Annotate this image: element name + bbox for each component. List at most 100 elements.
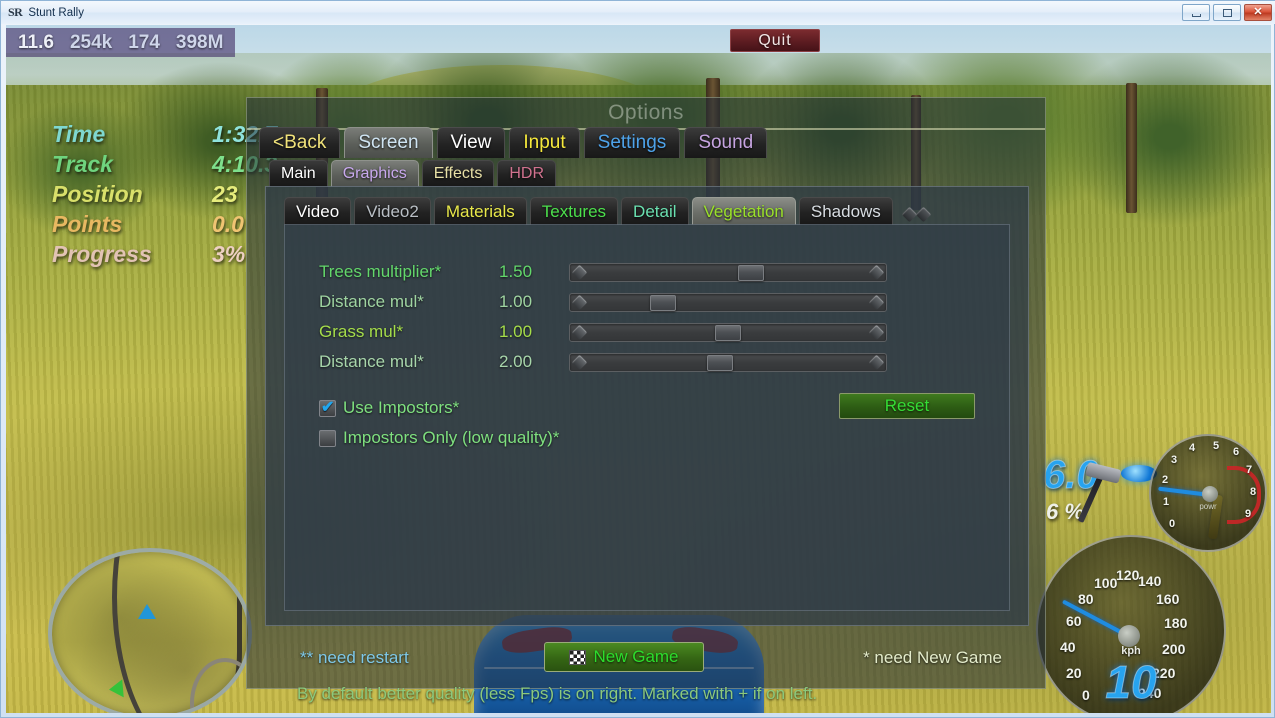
nav-tab-back[interactable]: <Back (259, 127, 341, 158)
graphics-inner-tabs: Video Video2 Materials Textures Detail V… (284, 197, 932, 225)
inner-tab-vegetation-label: Vegetation (703, 201, 784, 221)
speedo-tick-140: 140 (1138, 573, 1162, 589)
slider-increment-icon[interactable] (868, 354, 885, 370)
speedo-tick-100: 100 (1094, 575, 1118, 591)
inner-tab-video[interactable]: Video (284, 197, 352, 225)
nav-tab-settings-label: Settings (597, 132, 667, 153)
slider-increment-icon[interactable] (868, 324, 885, 340)
tach-tick-2: 2 (1162, 474, 1169, 486)
checkbox-impostors-only[interactable] (319, 429, 336, 447)
scroll-right-icon[interactable] (915, 206, 932, 223)
tach-tick-8: 8 (1250, 486, 1257, 498)
hud-row-time: Time 1:32.7 (52, 121, 277, 151)
stat-memory: 398M (175, 31, 224, 53)
minimize-button[interactable] (1182, 4, 1210, 21)
new-game-label: New Game (593, 647, 679, 666)
sub-tab-graphics[interactable]: Graphics (330, 160, 419, 187)
nav-tab-settings[interactable]: Settings (583, 127, 681, 158)
setting-value-grass-distance-mul: 2.00 (499, 352, 533, 371)
nav-tab-back-label: <Back (273, 132, 327, 153)
nav-tab-view[interactable]: View (436, 127, 506, 158)
hud-row-points: Points 0.0 (52, 211, 277, 241)
inner-tab-video2[interactable]: Video2 (354, 197, 431, 225)
close-icon: ✕ (1253, 6, 1263, 18)
speedometer-hub (1118, 625, 1140, 647)
slider-thumb[interactable] (707, 354, 733, 371)
sub-tab-effects-label: Effects (433, 165, 483, 182)
inner-tab-shadows-label: Shadows (810, 201, 881, 221)
speedo-tick-40: 40 (1060, 639, 1076, 655)
sub-tab-hdr[interactable]: HDR (497, 160, 557, 187)
tach-tick-4: 4 (1189, 442, 1196, 454)
tach-tick-1: 1 (1163, 496, 1170, 508)
setting-value-trees-multiplier: 1.50 (499, 262, 533, 281)
inner-tab-materials[interactable]: Materials (433, 197, 527, 225)
hud-row-progress: Progress 3% (52, 241, 277, 271)
start-arrow-icon (108, 679, 124, 699)
tach-tick-6: 6 (1233, 446, 1240, 458)
nav-tab-input[interactable]: Input (509, 127, 580, 158)
sub-tab-effects[interactable]: Effects (421, 160, 495, 187)
minimap (48, 548, 252, 713)
slider-decrement-icon[interactable] (571, 264, 588, 280)
maximize-icon (1222, 8, 1232, 17)
slider-grass-distance-mul[interactable] (569, 352, 887, 372)
slider-trees-multiplier[interactable] (569, 262, 887, 282)
hud-label-position: Position (52, 181, 143, 207)
close-button[interactable]: ✕ (1244, 4, 1272, 21)
setting-row-grass-mul: Grass mul* 1.00 (319, 317, 887, 347)
slider-increment-icon[interactable] (868, 264, 885, 280)
speedo-tick-160: 160 (1156, 591, 1180, 607)
slider-grass-mul[interactable] (569, 322, 887, 342)
inner-tab-textures[interactable]: Textures (529, 197, 619, 225)
nav-tab-sound[interactable]: Sound (684, 127, 768, 158)
new-game-button[interactable]: New Game (544, 642, 704, 672)
tach-tick-3: 3 (1171, 454, 1178, 466)
setting-row-trees-distance-mul: Distance mul* 1.00 (319, 287, 887, 317)
debug-stats-bar: 11.6 254k 174 398M (6, 28, 236, 57)
sub-tab-main-label: Main (281, 165, 316, 182)
sub-tab-graphics-label: Graphics (342, 165, 407, 182)
inner-tab-detail[interactable]: Detail (621, 197, 689, 225)
slider-thumb[interactable] (650, 294, 676, 311)
app-logo-icon: SR (8, 5, 23, 19)
vegetation-settings-content: Trees multiplier* 1.50 Distance mul* 1.0… (284, 224, 1010, 611)
slider-decrement-icon[interactable] (571, 324, 588, 340)
scroll-left-icon[interactable] (901, 206, 918, 223)
quit-button[interactable]: Quit (730, 29, 820, 52)
slider-trees-distance-mul[interactable] (569, 292, 887, 312)
tachometer-gauge: 0 1 2 3 4 5 6 7 8 9 powr (1149, 434, 1267, 552)
stat-triangles: 254k (69, 31, 113, 53)
vegetation-sliders: Trees multiplier* 1.50 Distance mul* 1.0… (319, 257, 887, 377)
nav-tab-screen-label: Screen (358, 132, 419, 153)
options-title: Options (608, 101, 684, 124)
maximize-button[interactable] (1213, 4, 1241, 21)
slider-decrement-icon[interactable] (571, 294, 588, 310)
tree-trunk (1126, 83, 1137, 213)
inner-tab-materials-label: Materials (445, 201, 515, 221)
speedo-tick-80: 80 (1078, 591, 1094, 607)
vegetation-checkboxes: Use Impostors* Impostors Only (low quali… (319, 393, 559, 453)
inner-tab-shadows[interactable]: Shadows (798, 197, 893, 225)
slider-thumb[interactable] (715, 324, 741, 341)
window-controls: ✕ (1182, 4, 1272, 21)
nav-tab-screen[interactable]: Screen (344, 127, 433, 158)
slider-decrement-icon[interactable] (571, 354, 588, 370)
slider-increment-icon[interactable] (868, 294, 885, 310)
application-window: SR Stunt Rally ✕ 11.6 254k 174 398M Quit… (0, 0, 1275, 718)
checkbox-row-use-impostors[interactable]: Use Impostors* (319, 393, 559, 423)
nav-tab-input-label: Input (523, 132, 566, 153)
inner-tab-vegetation[interactable]: Vegetation (691, 197, 796, 225)
window-title: Stunt Rally (28, 6, 84, 19)
graphics-panel: Video Video2 Materials Textures Detail V… (265, 186, 1029, 626)
tachometer-hub (1202, 486, 1218, 502)
checkbox-use-impostors[interactable] (319, 397, 336, 417)
checkbox-row-impostors-only[interactable]: Impostors Only (low quality)* (319, 423, 559, 453)
options-dialog: Options <Back Screen View Input Settings… (246, 97, 1046, 703)
setting-label-trees-distance-mul: Distance mul* (319, 292, 424, 311)
slider-thumb[interactable] (738, 264, 764, 281)
sub-tab-main[interactable]: Main (269, 160, 328, 187)
speedo-tick-0: 0 (1082, 687, 1090, 703)
reset-button[interactable]: Reset (839, 393, 975, 419)
hud-value-points: 0.0 (212, 211, 244, 237)
